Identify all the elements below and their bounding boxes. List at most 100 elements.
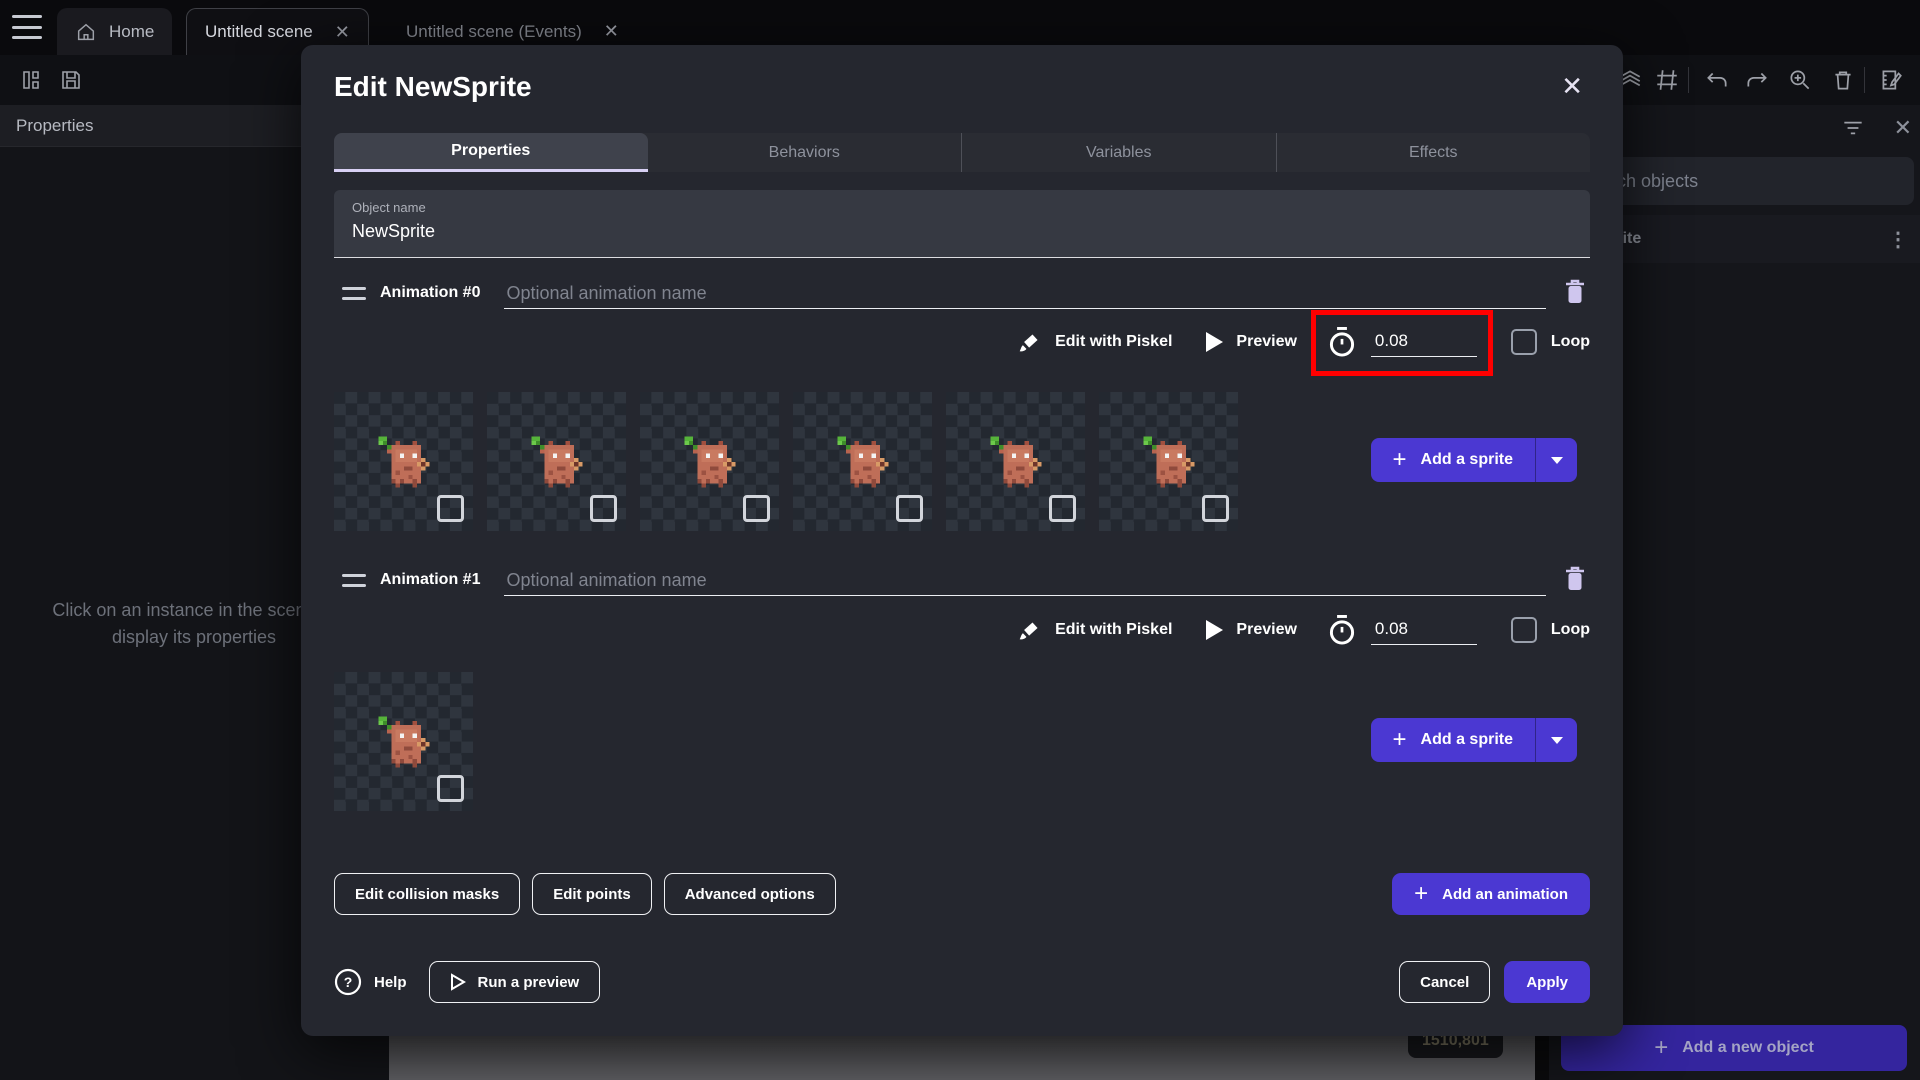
grid-icon[interactable] <box>1652 65 1682 95</box>
edit-with-piskel-button[interactable]: Edit with Piskel <box>1017 329 1172 355</box>
advanced-options-button[interactable]: Advanced options <box>663 873 836 915</box>
close-tab-icon[interactable]: ✕ <box>335 22 350 43</box>
chevron-down-icon[interactable] <box>1535 438 1577 482</box>
plus-icon: + <box>1392 726 1407 753</box>
tab-effects[interactable]: Effects <box>1277 133 1591 172</box>
pig-sprite-image <box>676 428 744 496</box>
time-between-frames-input[interactable] <box>1370 327 1477 357</box>
delete-animation-icon[interactable] <box>1560 562 1590 596</box>
home-icon <box>77 23 95 40</box>
object-name-input[interactable] <box>352 221 1572 242</box>
loop-checkbox[interactable] <box>1510 329 1537 355</box>
run-preview-label: Run a preview <box>477 973 580 991</box>
tab-behaviors[interactable]: Behaviors <box>648 133 962 172</box>
loop-label: Loop <box>1550 621 1590 638</box>
add-sprite-button[interactable]: + Add a sprite <box>1370 718 1577 762</box>
pig-sprite-image <box>370 428 438 496</box>
brush-icon <box>1019 622 1038 640</box>
timer-icon <box>1329 326 1354 357</box>
add-object-label: Add a new object <box>1682 1039 1814 1056</box>
close-dialog-icon[interactable]: ✕ <box>1561 73 1583 99</box>
pig-sprite-image <box>523 428 591 496</box>
add-sprite-label: Add a sprite <box>1420 451 1513 468</box>
play-icon <box>1206 620 1224 640</box>
animation-label: Animation #1 <box>380 571 481 588</box>
brush-icon <box>1019 334 1038 352</box>
play-outline-icon <box>450 973 466 991</box>
undo-icon[interactable] <box>1702 65 1732 95</box>
main-menu-icon[interactable] <box>12 15 42 39</box>
pig-sprite-image <box>829 428 897 496</box>
run-preview-button[interactable]: Run a preview <box>428 961 601 1003</box>
time-between-frames-input[interactable] <box>1370 615 1477 645</box>
save-icon[interactable] <box>56 65 86 95</box>
add-animation-button[interactable]: + Add an animation <box>1392 873 1590 915</box>
frame-select-checkbox[interactable] <box>437 775 464 802</box>
dialog-tabs: Properties Behaviors Variables Effects <box>334 133 1590 172</box>
cancel-button[interactable]: Cancel <box>1399 961 1491 1003</box>
add-sprite-label: Add a sprite <box>1420 731 1513 748</box>
edit-sprite-dialog: Edit NewSprite ✕ Properties Behaviors Va… <box>301 45 1623 1036</box>
tab-properties[interactable]: Properties <box>334 133 648 172</box>
svg-text:?: ? <box>344 974 353 990</box>
preview-button[interactable]: Preview <box>1204 331 1297 353</box>
drag-handle-icon[interactable] <box>342 574 366 587</box>
sprite-frame-thumbnail[interactable] <box>793 392 932 531</box>
toolbar-divider <box>1688 67 1689 93</box>
timer-icon <box>1329 614 1354 645</box>
tab-home[interactable]: Home <box>57 8 173 55</box>
time-between-frames-group <box>1327 614 1477 646</box>
frame-select-checkbox[interactable] <box>1049 495 1076 522</box>
pig-sprite-image <box>370 708 438 776</box>
animation-0-frames: + Add a sprite <box>334 392 1590 531</box>
tab-scene-label: Untitled scene <box>205 22 313 41</box>
frame-select-checkbox[interactable] <box>590 495 617 522</box>
animation-name-input[interactable] <box>504 279 1546 309</box>
tab-variables[interactable]: Variables <box>962 133 1277 172</box>
delete-animation-icon[interactable] <box>1560 275 1590 309</box>
filter-icon[interactable] <box>1840 115 1866 141</box>
tab-home-label: Home <box>109 21 155 41</box>
redo-icon[interactable] <box>1742 65 1772 95</box>
close-panel-icon[interactable]: ✕ <box>1894 115 1912 141</box>
frame-select-checkbox[interactable] <box>437 495 464 522</box>
frame-select-checkbox[interactable] <box>896 495 923 522</box>
sprite-frame-thumbnail[interactable] <box>334 672 473 811</box>
add-sprite-button[interactable]: + Add a sprite <box>1370 438 1577 482</box>
edit-with-piskel-button[interactable]: Edit with Piskel <box>1017 617 1172 643</box>
edit-points-button[interactable]: Edit points <box>532 873 652 915</box>
animation-1-tools-row: Edit with Piskel Preview Loop <box>334 605 1590 655</box>
plus-icon: + <box>1654 1034 1669 1061</box>
edit-collision-masks-button[interactable]: Edit collision masks <box>334 873 521 915</box>
drag-handle-icon[interactable] <box>342 287 366 300</box>
preview-label: Preview <box>1236 333 1297 350</box>
edit-with-piskel-label: Edit with Piskel <box>1055 621 1173 638</box>
dialog-footer: ? Help Run a preview Cancel Apply <box>334 961 1590 1003</box>
more-options-icon[interactable]: ⋮ <box>1888 227 1908 252</box>
pig-sprite-image <box>1135 428 1203 496</box>
animation-name-input[interactable] <box>504 566 1546 596</box>
sprite-frame-thumbnail[interactable] <box>334 392 473 531</box>
panels-layout-icon[interactable] <box>16 65 46 95</box>
loop-checkbox[interactable] <box>1510 617 1537 643</box>
close-tab-icon[interactable]: ✕ <box>604 21 619 42</box>
zoom-in-icon[interactable] <box>1785 65 1815 95</box>
frame-select-checkbox[interactable] <box>1202 495 1229 522</box>
preview-button[interactable]: Preview <box>1204 619 1297 641</box>
help-icon: ? <box>334 968 362 996</box>
animation-1-frames: + Add a sprite <box>334 672 1590 811</box>
object-name-field[interactable]: Object name <box>334 190 1590 258</box>
apply-button[interactable]: Apply <box>1504 961 1590 1003</box>
sprite-frame-thumbnail[interactable] <box>487 392 626 531</box>
dialog-title: Edit NewSprite <box>334 71 532 102</box>
edit-scene-properties-icon[interactable] <box>1876 65 1906 95</box>
chevron-down-icon[interactable] <box>1535 718 1577 762</box>
sprite-frame-thumbnail[interactable] <box>1099 392 1238 531</box>
plus-icon: + <box>1414 880 1429 907</box>
play-icon <box>1206 332 1224 352</box>
sprite-frame-thumbnail[interactable] <box>640 392 779 531</box>
delete-icon[interactable] <box>1828 65 1858 95</box>
sprite-frame-thumbnail[interactable] <box>946 392 1085 531</box>
help-button[interactable]: ? Help <box>334 968 407 996</box>
frame-select-checkbox[interactable] <box>743 495 770 522</box>
